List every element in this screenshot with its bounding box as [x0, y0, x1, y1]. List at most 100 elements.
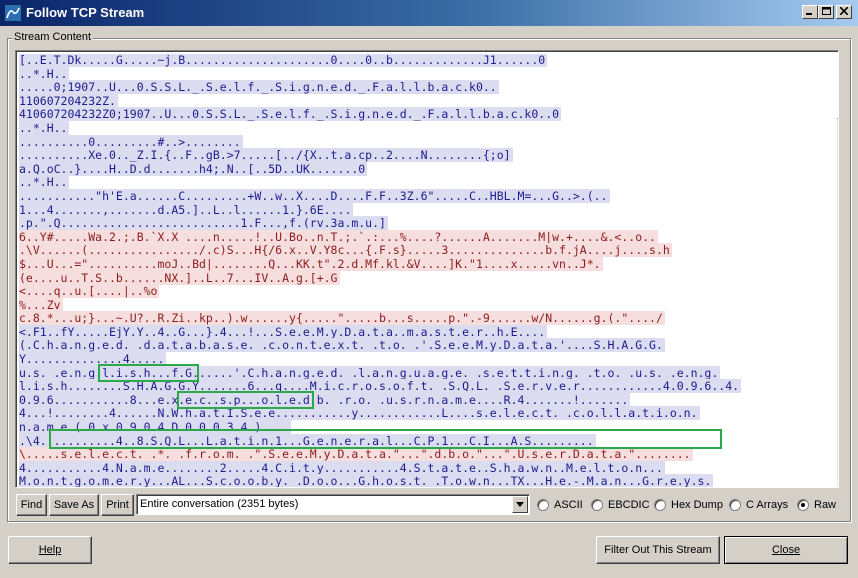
- client-stream-line: 4...........4.N.a.m.e........2.....4.C.i…: [19, 460, 819, 476]
- stream-line-text: 110607204232Z.: [19, 93, 118, 108]
- conversation-select[interactable]: Entire conversation (2351 bytes): [136, 494, 530, 515]
- stream-line-text: ..........."h'E.a......C.........+W..w..…: [19, 188, 610, 203]
- close-label: Close: [771, 544, 801, 556]
- close-icon: [840, 7, 848, 15]
- stream-line-text: ..*.H..: [19, 120, 70, 135]
- help-label: Help: [38, 544, 62, 556]
- client-stream-line: [..E.T.Dk.....G.....~j.B................…: [19, 54, 819, 68]
- title-bar[interactable]: Follow TCP Stream: [0, 0, 858, 26]
- client-stream-line: ..*.H..: [19, 66, 819, 82]
- server-stream-line: .\V......(................/.c)S...H{/6.x…: [19, 243, 819, 258]
- radio-c-arrays-label: C Arrays: [746, 499, 789, 511]
- filter-out-stream-label: Filter Out This Stream: [604, 544, 712, 556]
- client-stream-line: 1...4.......,.......d.A5.]..L..l......1.…: [19, 202, 819, 218]
- server-stream-line: (e....u..T.S..b......NX.]..L..7...IV..A.…: [19, 270, 819, 286]
- filter-out-stream-button[interactable]: Filter Out This Stream: [596, 536, 720, 564]
- minimize-icon: [806, 13, 812, 15]
- client-stream-line: M.o.n.t.g.o.m.e.r.y...AL...S.c.o.o.b.y. …: [19, 474, 819, 488]
- stream-line-text: .p.".Q..........................1.F...,f…: [19, 216, 388, 231]
- stream-line-text: $...U...="..........moJ..Bd|........Q...…: [19, 256, 603, 271]
- stream-line-text: %...Zv: [19, 297, 63, 312]
- maximize-icon: [821, 7, 831, 15]
- radio-hex-dump-circle[interactable]: [654, 499, 666, 511]
- radio-raw-label: Raw: [814, 499, 837, 511]
- stream-line-text: ..*.H..: [19, 66, 70, 81]
- highlight-box-shaggy: [98, 364, 199, 382]
- find-button[interactable]: Find: [16, 494, 47, 516]
- close-window-button[interactable]: [836, 5, 852, 19]
- stream-text[interactable]: [..E.T.Dk.....G.....~j.B................…: [19, 54, 819, 488]
- stream-content-textarea[interactable]: [..E.T.Dk.....G.....~j.B................…: [15, 50, 839, 488]
- conversation-dropdown-button[interactable]: [512, 496, 528, 513]
- client-stream-line: ..........Xe.0.._Z.I.{..F..gB.>7.....[..…: [19, 148, 819, 163]
- client-stream-line: .p.".Q..........................1.F...,f…: [19, 216, 819, 231]
- client-stream-line: 110607204232Z.: [19, 93, 819, 109]
- save-as-button[interactable]: Save As: [49, 494, 99, 516]
- radio-ascii-circle[interactable]: [537, 499, 549, 511]
- stream-line-text: 4...........4.N.a.m.e........2.....4.C.i…: [19, 460, 665, 475]
- radio-ebcdic-circle[interactable]: [591, 499, 603, 511]
- stream-line-text: (e....u..T.S..b......NX.]..L..7...IV..A.…: [19, 270, 340, 285]
- radio-hex-dump-label: Hex Dump: [671, 499, 723, 511]
- stream-line-text: 1...4.......,.......d.A5.]..L..l......1.…: [19, 202, 354, 217]
- wireshark-app-icon: [4, 4, 22, 22]
- stream-line-text: <.F1..fY.....EjY.Y..4..G...}.4...!...S.e…: [19, 324, 548, 339]
- radio-ascii-label: ASCII: [554, 499, 583, 511]
- server-stream-line: \.....s.e.l.e.c.t. .*. .f.r.o.m. .".S.e.…: [19, 447, 819, 462]
- stream-line-text: .....0;1907..U...0.S.S.L._.S.e.l.f._.S.i…: [19, 80, 499, 95]
- vertical-scrollbar[interactable]: [837, 103, 838, 487]
- scroll-up-button[interactable]: [837, 103, 838, 119]
- server-stream-line: 6..Y#.....Wa.2.;.B.`X.X_....n.....!..U.B…: [19, 229, 819, 245]
- stream-line-text: c.8.*...u;}...~.U?..R.Zi..kp..).w......y…: [19, 311, 665, 326]
- client-stream-line: ..*.H..: [19, 120, 819, 136]
- stream-line-text: 410607204232Z0;1907..U...0.S.S.L._.S.e.l…: [19, 107, 562, 122]
- stream-line-text: ..*.H..: [19, 175, 70, 190]
- window-title: Follow TCP Stream: [26, 5, 145, 20]
- stream-line-text: 4...!........4......N.W.h.a.t.I.S.e.e...…: [19, 406, 700, 421]
- client-stream-line: <.F1..fY.....EjY.Y..4..G...}.4...!...S.e…: [19, 324, 819, 340]
- client-stream-line: 0.9.6...........8...e.x.e.c..s.p...o.l.e…: [19, 392, 819, 408]
- find-label: Find: [20, 499, 43, 511]
- radio-raw[interactable]: Raw: [797, 498, 836, 512]
- highlight-box-select-query: [49, 429, 722, 449]
- radio-c-arrays-circle[interactable]: [729, 499, 741, 511]
- minimize-button[interactable]: [802, 5, 818, 19]
- radio-hex-dump[interactable]: Hex Dump: [654, 498, 723, 512]
- stream-line-text: 0.9.6...........8...e.x.e.c..s.p...o.l.e…: [19, 392, 631, 407]
- client-stream-line: ..........0.........#..>........: [19, 134, 819, 150]
- radio-c-arrays[interactable]: C Arrays: [729, 498, 788, 512]
- radio-ebcdic-label: EBCDIC: [608, 499, 650, 511]
- maximize-button[interactable]: [818, 5, 834, 19]
- stream-line-text: 6..Y#.....Wa.2.;.B.`X.X_....n.....!..U.B…: [19, 229, 658, 244]
- stream-line-text: <....q..u.[....|..%o: [19, 284, 160, 299]
- stream-content-label: Stream Content: [12, 31, 94, 43]
- client-stream-line: .....0;1907..U...0.S.S.L._.S.e.l.f._.S.i…: [19, 80, 819, 95]
- client-stream-line: a.Q.oC..}....H..D.d.......h4;.N..[..5D..…: [19, 161, 819, 177]
- client-stream-line: ..*.H..: [19, 175, 819, 190]
- stream-line-text: (.C.h.a.n.g.e.d. .d.a.t.a.b.a.s.e. .c.o.…: [19, 338, 665, 353]
- save-as-label: Save As: [53, 499, 95, 511]
- close-button[interactable]: Close: [724, 536, 848, 564]
- stream-line-text: ..........0.........#..>........: [19, 134, 243, 149]
- stream-line-text: ..........Xe.0.._Z.I.{..F..gB.>7.....[..…: [19, 148, 513, 163]
- client-stream-line: (.C.h.a.n.g.e.d. .d.a.t.a.b.a.s.e. .c.o.…: [19, 338, 819, 353]
- stream-line-text: M.o.n.t.g.o.m.e.r.y...AL...S.c.o.o.b.y. …: [19, 474, 714, 488]
- print-label: Print: [106, 499, 129, 511]
- client-stream-line: 4...!........4......N.W.h.a.t.I.S.e.e...…: [19, 406, 819, 421]
- highlight-box-whatisee: [177, 391, 314, 409]
- server-stream-line: <....q..u.[....|..%o: [19, 284, 819, 299]
- print-button[interactable]: Print: [101, 494, 134, 516]
- stream-line-text: a.Q.oC..}....H..D.d.......h4;.N..[..5D..…: [19, 161, 368, 176]
- radio-ebcdic[interactable]: EBCDIC: [591, 498, 650, 512]
- client-stream-line: l.i.s.h........S.H.A.G.G.Y.......6...q..…: [19, 379, 819, 394]
- chevron-down-icon: [516, 502, 524, 507]
- client-stream-line: ..........."h'E.a......C.........+W..w..…: [19, 188, 819, 204]
- stream-line-text: [..E.T.Dk.....G.....~j.B................…: [19, 54, 548, 67]
- server-stream-line: %...Zv: [19, 297, 819, 313]
- radio-raw-circle[interactable]: [797, 499, 809, 511]
- client-stream-line: 410607204232Z0;1907..U...0.S.S.L._.S.e.l…: [19, 107, 819, 122]
- radio-ascii[interactable]: ASCII: [537, 498, 583, 512]
- stream-line-text: .\V......(................/.c)S...H{/6.x…: [19, 243, 672, 258]
- server-stream-line: c.8.*...u;}...~.U?..R.Zi..kp..).w......y…: [19, 311, 819, 326]
- help-button[interactable]: Help: [8, 536, 92, 564]
